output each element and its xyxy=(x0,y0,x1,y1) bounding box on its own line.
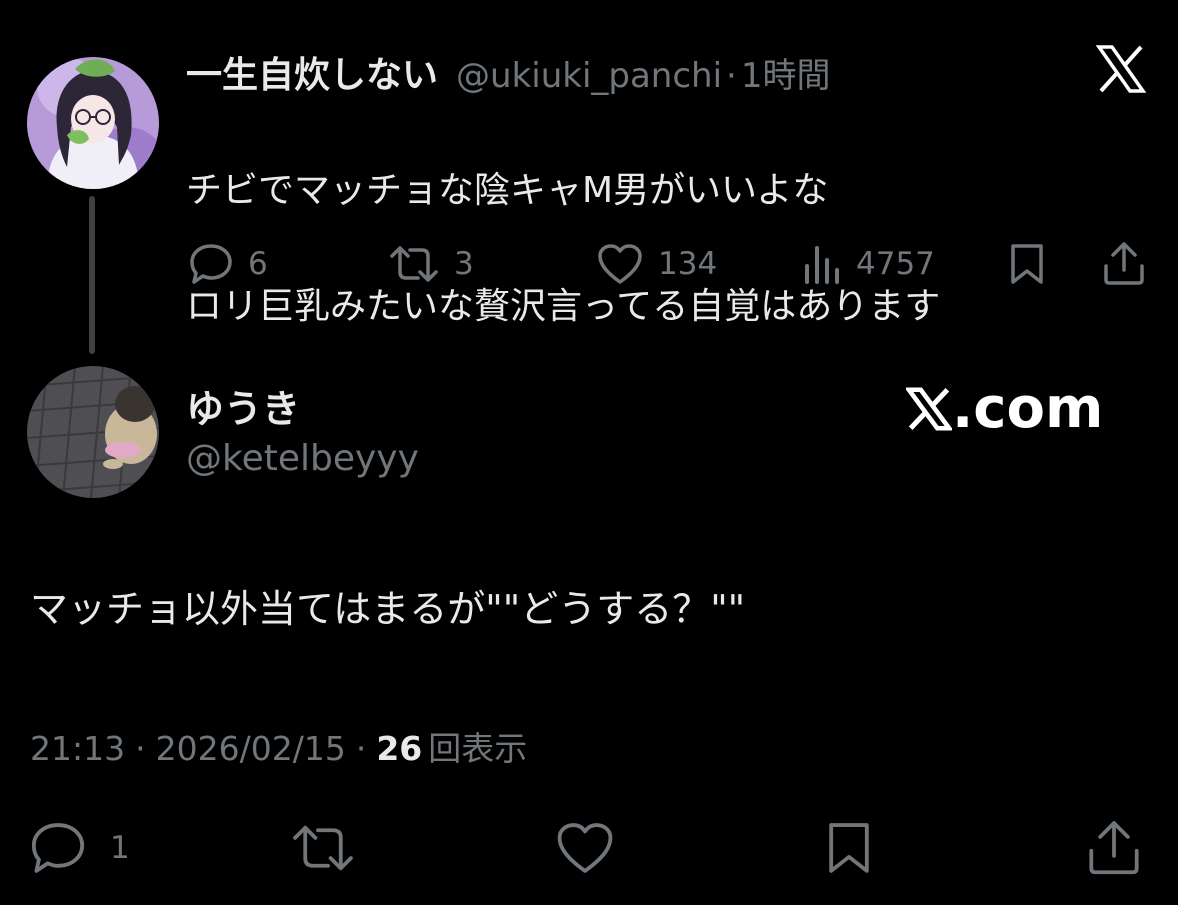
views-icon xyxy=(805,246,839,284)
reply-display-name[interactable]: ゆうき xyxy=(186,378,300,433)
reply-avatar[interactable] xyxy=(27,366,159,498)
parent-avatar[interactable] xyxy=(27,57,159,189)
anime-avatar-image xyxy=(27,57,159,189)
share-icon xyxy=(1104,242,1144,285)
share-button[interactable] xyxy=(1086,818,1142,876)
reply-action[interactable]: 6 xyxy=(188,242,268,286)
reply-icon xyxy=(190,244,232,284)
thread-connector-line xyxy=(89,196,95,354)
reply-count: 1 xyxy=(110,830,130,866)
view-label: 回表示 xyxy=(428,729,528,768)
separator-dot: · xyxy=(726,56,737,96)
parent-tweet-header: 一生自炊しない @ukiuki_panchi · 1時間 xyxy=(186,46,831,96)
x-logo-icon xyxy=(906,386,952,431)
retweet-icon xyxy=(293,825,353,871)
pug-avatar-image xyxy=(27,366,159,498)
heart-icon xyxy=(557,823,613,873)
like-count: 134 xyxy=(658,246,718,282)
bookmark-icon xyxy=(829,823,869,873)
tweet-date[interactable]: 2026/02/15 xyxy=(156,729,346,768)
reply-tweet-text: マッチョ以外当てはまるが""どうする？"" xyxy=(30,587,746,631)
reply-icon xyxy=(31,823,85,873)
reply-action[interactable]: 1 xyxy=(28,820,130,876)
view-count: 26 xyxy=(376,729,423,768)
bookmark-button[interactable] xyxy=(824,820,874,876)
parent-text-line: チビでマッチョな陰キャM男がいいよな xyxy=(186,170,829,211)
tweet-time[interactable]: 21:13 xyxy=(30,729,125,768)
retweet-icon xyxy=(390,246,438,282)
like-button[interactable] xyxy=(554,820,616,876)
retweet-count: 3 xyxy=(454,246,474,282)
separator-dot: · xyxy=(135,729,146,768)
like-action[interactable]: 134 xyxy=(596,242,717,286)
separator-dot: · xyxy=(355,729,367,768)
views-action[interactable]: 4757 xyxy=(802,242,935,286)
reply-count: 6 xyxy=(248,246,268,282)
parent-time-ago[interactable]: 1時間 xyxy=(741,48,831,97)
heart-icon xyxy=(598,244,642,284)
parent-display-name[interactable]: 一生自炊しない xyxy=(186,46,438,98)
share-button[interactable] xyxy=(1102,240,1146,286)
bookmark-button[interactable] xyxy=(1008,242,1046,286)
bookmark-icon xyxy=(1011,244,1043,284)
x-com-text: .com xyxy=(952,376,1104,441)
retweet-button[interactable] xyxy=(290,820,356,876)
retweet-action[interactable]: 3 xyxy=(388,242,474,286)
x-logo-icon[interactable] xyxy=(1095,44,1147,94)
parent-handle[interactable]: @ukiuki_panchi xyxy=(456,56,722,96)
views-count: 4757 xyxy=(856,246,935,282)
share-icon xyxy=(1089,821,1139,875)
tweet-meta-row: 21:13 · 2026/02/15 · 26 回表示 xyxy=(30,722,527,770)
reply-handle[interactable]: @ketelbeyyy xyxy=(186,438,419,479)
x-com-watermark: .com xyxy=(906,376,1103,441)
parent-text-line: ロリ巨乳みたいな贅沢言ってる自覚はあります xyxy=(186,286,941,327)
